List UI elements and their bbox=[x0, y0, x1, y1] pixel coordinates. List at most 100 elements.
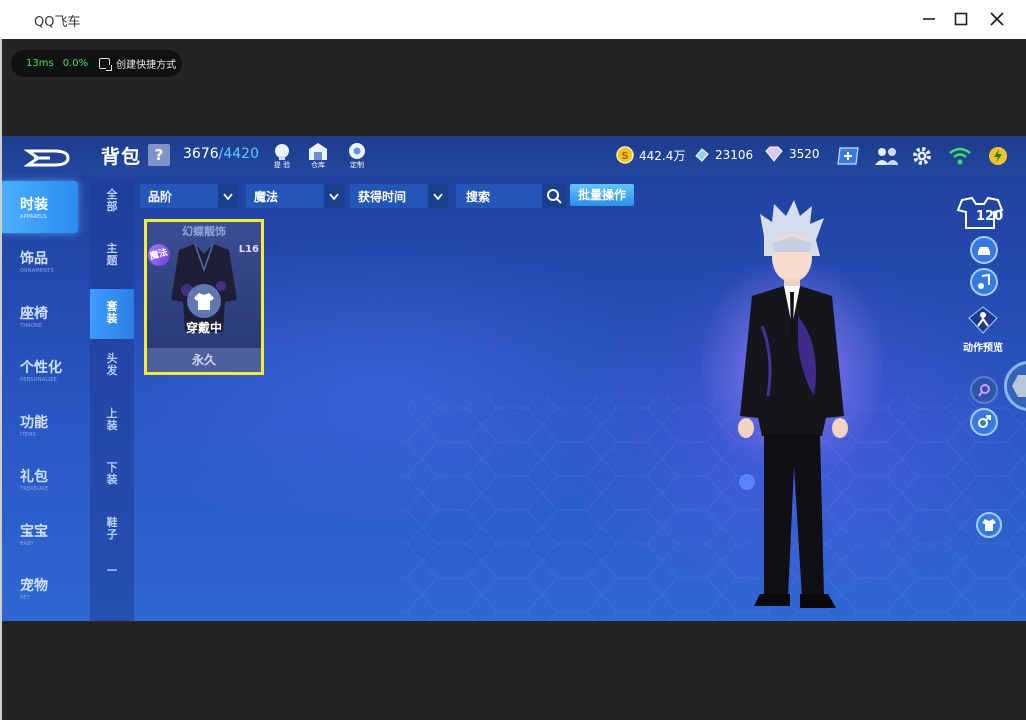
tab-theme[interactable]: 主题 bbox=[90, 237, 134, 287]
nav-label: 礼包 bbox=[20, 469, 48, 485]
music-note-icon bbox=[978, 274, 990, 289]
chevron-down-icon bbox=[218, 184, 238, 208]
maximize-button[interactable] bbox=[946, 6, 976, 32]
more-tabs-indicator bbox=[107, 569, 117, 571]
nav-item-throne[interactable]: 座椅 THRONE bbox=[2, 290, 78, 342]
search-placeholder: 搜索 bbox=[466, 190, 491, 204]
diamond-icon bbox=[765, 146, 783, 162]
settings-button[interactable] bbox=[910, 144, 934, 168]
tab-label: 套装 bbox=[106, 300, 118, 325]
coins-display: S 442.4万 bbox=[616, 146, 685, 164]
close-icon bbox=[990, 12, 1004, 26]
wifi-icon bbox=[949, 147, 971, 165]
search-input[interactable]: 搜索 bbox=[456, 184, 566, 208]
item-name: 幻蝶靓饰 bbox=[182, 225, 226, 238]
maximize-icon bbox=[954, 12, 968, 26]
packet-loss-text: 0.0% bbox=[62, 58, 89, 69]
gear-icon bbox=[913, 147, 931, 165]
character-level-badge[interactable]: 120 bbox=[956, 196, 1004, 230]
diamonds-display: 3520 bbox=[764, 146, 820, 162]
lightbulb-icon bbox=[275, 144, 289, 160]
nav-label: 饰品 bbox=[20, 251, 48, 267]
tab-suit[interactable]: 套装 bbox=[90, 289, 134, 339]
nav-label: 时装 bbox=[20, 197, 48, 213]
action-preview-button[interactable]: 动作预览 bbox=[958, 306, 1008, 354]
nav-item-apparels[interactable]: 时装 APPARELS bbox=[2, 181, 78, 233]
male-icon bbox=[978, 415, 991, 428]
warehouse-button[interactable]: 仓库 bbox=[305, 141, 331, 172]
shirt-icon bbox=[187, 284, 221, 318]
nav-item-treasure[interactable]: 礼包 TREASURE bbox=[2, 453, 78, 505]
tab-hair[interactable]: 头发 bbox=[90, 347, 134, 397]
prompt-button[interactable]: 提 验 bbox=[269, 141, 295, 172]
wardrobe-button[interactable] bbox=[976, 512, 1002, 538]
type-filter[interactable]: 魔法 bbox=[246, 184, 344, 208]
chevron-down-icon bbox=[428, 184, 448, 208]
search-button[interactable] bbox=[542, 184, 566, 208]
window-title: QQ飞车 bbox=[34, 15, 81, 30]
action-preview-label: 动作预览 bbox=[963, 343, 1003, 354]
tab-bottom[interactable]: 下装 bbox=[90, 456, 134, 506]
character-level: 120 bbox=[976, 209, 1004, 224]
male-gender-button[interactable] bbox=[970, 408, 998, 436]
tab-label: 头发 bbox=[106, 352, 118, 377]
nav-label: 座椅 bbox=[20, 306, 48, 322]
capacity-text: 3676/4420 bbox=[183, 146, 259, 162]
plus-icon bbox=[837, 147, 859, 165]
custom-button[interactable]: 定制 bbox=[344, 141, 370, 172]
coin-icon: S bbox=[616, 146, 634, 164]
nav-label: 个性化 bbox=[20, 360, 62, 376]
tab-top[interactable]: 上装 bbox=[90, 402, 134, 452]
car-view-button[interactable] bbox=[970, 236, 998, 264]
minimize-button[interactable] bbox=[914, 6, 944, 32]
nav-sublabel: PERSONALIZE bbox=[20, 377, 57, 383]
close-button[interactable] bbox=[982, 6, 1012, 32]
hexagon-icon bbox=[1012, 375, 1026, 397]
wifi-status bbox=[948, 144, 972, 168]
capacity-used: 3676 bbox=[183, 146, 219, 162]
tshirt-icon bbox=[982, 519, 996, 531]
title-bar: QQ飞车 bbox=[0, 0, 1026, 39]
game-viewport: 背包 ? 3676/4420 提 验 仓库 定制 S 442.4万 23106 … bbox=[2, 136, 1026, 621]
music-button[interactable] bbox=[970, 268, 998, 296]
item-card[interactable]: 幻蝶靓饰 魔法 L16 穿戴中 永久 bbox=[144, 219, 264, 375]
recharge-button[interactable] bbox=[836, 144, 860, 168]
perf-overlay: 13ms 0.0% 创建快捷方式 bbox=[11, 50, 182, 77]
nav-item-ornaments[interactable]: 饰品 ORNAMENTS bbox=[2, 235, 78, 287]
tab-label: 上装 bbox=[106, 407, 118, 432]
type-filter-label: 魔法 bbox=[254, 189, 279, 204]
warehouse-label: 仓库 bbox=[311, 161, 325, 169]
nav-item-baby[interactable]: 宝宝 BABY bbox=[2, 508, 78, 560]
friends-button[interactable] bbox=[874, 144, 898, 168]
tab-all[interactable]: 全部 bbox=[90, 183, 134, 233]
help-button[interactable]: ? bbox=[148, 144, 170, 166]
coupons-value: 23106 bbox=[715, 148, 754, 162]
chevron-down-icon bbox=[324, 184, 344, 208]
lightning-icon bbox=[989, 147, 1007, 165]
nav-label: 宠物 bbox=[20, 578, 48, 594]
female-icon bbox=[978, 384, 990, 397]
nav-label: 宝宝 bbox=[20, 524, 48, 540]
nav-item-items[interactable]: 功能 ITEMS bbox=[2, 399, 78, 451]
minimize-icon bbox=[923, 18, 935, 20]
nav-sublabel: BABY bbox=[20, 541, 34, 547]
grade-filter[interactable]: 品阶 bbox=[140, 184, 238, 208]
person-action-icon bbox=[968, 306, 998, 334]
item-level: L16 bbox=[238, 244, 259, 255]
batch-operation-button[interactable]: 批量操作 bbox=[570, 184, 634, 206]
grade-filter-label: 品阶 bbox=[148, 189, 173, 204]
create-shortcut-button[interactable]: 创建快捷方式 bbox=[116, 56, 176, 71]
prompt-label: 提 验 bbox=[273, 161, 291, 169]
nav-sublabel: ITEMS bbox=[20, 432, 37, 438]
tab-shoes[interactable]: 鞋子 bbox=[90, 511, 134, 561]
sort-filter-label: 获得时间 bbox=[358, 189, 407, 204]
friends-icon bbox=[875, 148, 898, 165]
nav-item-pet[interactable]: 宠物 PET bbox=[2, 562, 78, 614]
coins-value: 442.4万 bbox=[639, 148, 686, 163]
nav-item-personalize[interactable]: 个性化 PERSONALIZE bbox=[2, 344, 78, 396]
category-nav: 时装 APPARELS 饰品 ORNAMENTS 座椅 THRONE 个性化 P… bbox=[2, 181, 78, 621]
sort-filter[interactable]: 获得时间 bbox=[350, 184, 448, 208]
warehouse-icon bbox=[309, 143, 327, 160]
coupon-icon bbox=[695, 148, 709, 162]
female-gender-button[interactable] bbox=[970, 376, 998, 404]
